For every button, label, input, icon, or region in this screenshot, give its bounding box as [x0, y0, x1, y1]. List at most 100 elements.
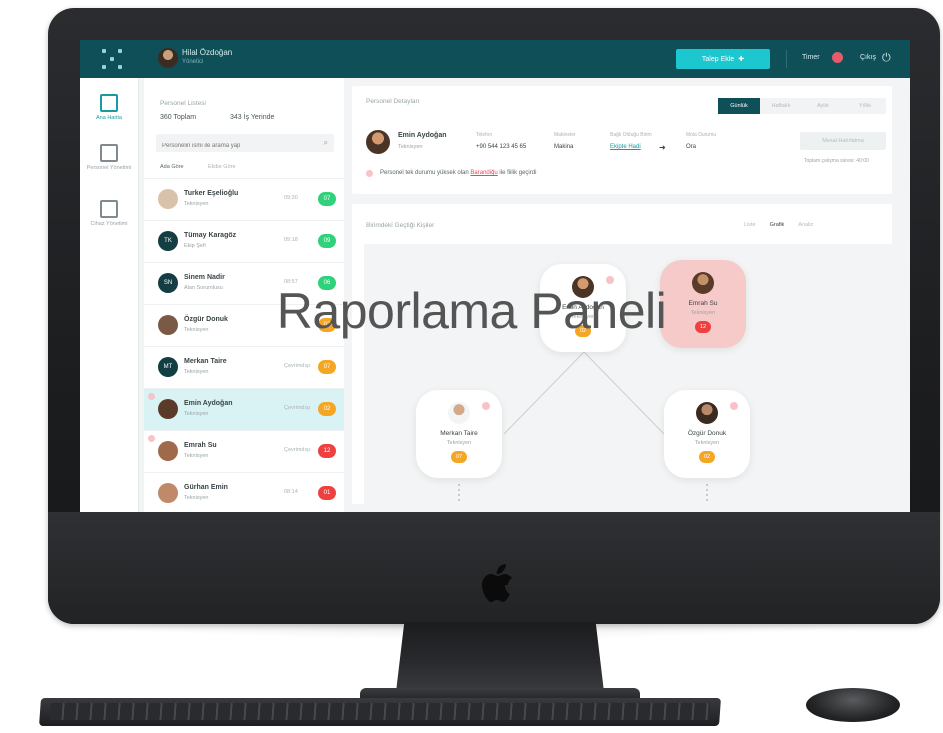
period-selector: Günlük Haftalık Aylık Yıllık — [718, 98, 886, 114]
person-name: Gürhan Emin — [184, 484, 228, 491]
last-seen: Çevrimdışı — [284, 447, 311, 453]
last-seen: 09:18 — [284, 237, 298, 243]
person-role: Teknisyen — [184, 411, 209, 417]
count-badge: 07 — [318, 192, 336, 206]
nav-item-label: Ana Harita — [96, 115, 122, 121]
overlay-caption: Raporlama Paneli — [276, 283, 667, 339]
avatar — [448, 402, 470, 424]
sort-by-team[interactable]: Ekibe Göre — [208, 164, 236, 170]
logout-link[interactable]: Çıkış — [860, 54, 876, 61]
nav-item-personnel[interactable]: Personel Yönetimi — [80, 136, 138, 188]
list-item[interactable]: Emrah Su Teknisyen Çevrimdışı 12 — [144, 430, 344, 473]
card-title: Personel Detayları — [366, 98, 420, 105]
person-role: Teknisyen — [398, 144, 423, 150]
status-note: Personel tek durumu yüksek olan Barandiğ… — [380, 170, 536, 176]
node-name: Merkan Taire — [440, 430, 478, 437]
divider — [786, 50, 787, 68]
flag-icon — [148, 435, 155, 442]
user-name: Hilal Özdoğan — [182, 48, 233, 57]
top-bar: Hilal Özdoğan Yönetici Talep Ekle ✚ Time… — [80, 40, 910, 78]
nav-item-label: Cihaz Yönetimi — [90, 221, 128, 227]
apple-logo-icon — [482, 564, 512, 602]
person-role: Teknisyen — [184, 369, 209, 375]
graph-node[interactable]: Özgür Donuk Teknisyen 02 — [664, 390, 750, 478]
avatar — [696, 402, 718, 424]
segment-daily[interactable]: Günlük — [718, 98, 760, 114]
node-role: Teknisyen — [446, 440, 472, 446]
nav-item-devices[interactable]: Cihaz Yönetimi — [80, 192, 138, 244]
field-break: Mola Durumu Ora — [686, 132, 716, 150]
count-badge: 02 — [318, 402, 336, 416]
list-item[interactable]: Turker Eşelioğlu Teknisyen 09:30 07 — [144, 178, 344, 221]
timer-link[interactable]: Timer — [802, 54, 820, 61]
segment-weekly[interactable]: Haftalık — [760, 98, 802, 114]
field-label: Makineler — [554, 132, 576, 138]
users-icon — [100, 144, 118, 162]
nav-item-label: Personel Yönetimi — [86, 165, 132, 171]
tab-analysis[interactable]: Analiz — [798, 222, 813, 228]
field-label: Bağlı Olduğu Birim — [610, 132, 652, 138]
graph-node[interactable]: Merkan Taire Teknisyen 07 — [416, 390, 502, 478]
plus-icon: ✚ — [738, 56, 745, 63]
avatar — [158, 483, 178, 503]
unit-link[interactable]: Ekipte Hadi — [610, 144, 652, 150]
list-title: Personel Listesi — [160, 100, 206, 107]
list-item[interactable]: Emin Aydoğan Teknisyen Çevrimdışı 02 — [144, 388, 344, 431]
field-value: Makina — [554, 144, 574, 150]
person-role: Ekip Şefi — [184, 243, 206, 249]
person-name: Sinem Nadir — [184, 274, 225, 281]
node-role: Teknisyen — [694, 440, 720, 446]
map-icon — [100, 94, 118, 112]
field-value: +90 544 123 45 65 — [476, 144, 527, 150]
tab-list[interactable]: Liste — [744, 222, 756, 228]
onsite-count: 343 İş Yerinde — [230, 114, 275, 121]
field-value: Ora — [686, 144, 697, 150]
list-item[interactable]: TK Tümay Karagöz Ekip Şefi 09:18 09 — [144, 220, 344, 263]
segment-monthly[interactable]: Aylık — [802, 98, 844, 114]
device-icon — [100, 200, 118, 218]
search-input[interactable] — [156, 137, 318, 155]
arrow-right-icon: ➜ — [659, 143, 666, 152]
avatar: MT — [158, 357, 178, 377]
tab-graph[interactable]: Grafik — [770, 222, 785, 228]
notification-badge[interactable] — [832, 52, 843, 63]
segment-yearly[interactable]: Yıllık — [844, 98, 886, 114]
list-item[interactable]: Gürhan Emin Teknisyen 08:14 01 — [144, 472, 344, 512]
count-badge: 07 — [318, 360, 336, 374]
monitor-stand — [396, 622, 604, 692]
sort-by-name[interactable]: Ada Göre — [160, 164, 184, 170]
shift-reminder-button[interactable]: Mesai Hatırlatma — [800, 132, 886, 150]
mouse — [806, 688, 900, 722]
person-name: Emrah Su — [184, 442, 217, 449]
total-work-time: Toplam çalışma süresi: 40:00 — [804, 158, 869, 164]
count-badge: 01 — [318, 486, 336, 500]
avatar — [158, 441, 178, 461]
add-request-label: Talep Ekle — [701, 55, 735, 63]
note-text: Personel tek durumu yüksek olan — [380, 170, 469, 176]
avatar: TK — [158, 231, 178, 251]
note-link[interactable]: Barandiğu — [470, 170, 497, 176]
last-seen: 09:30 — [284, 195, 298, 201]
field-phone: Telefon +90 544 123 45 65 — [476, 132, 526, 150]
field-unit: Bağlı Olduğu Birim Ekipte Hadi — [610, 132, 652, 150]
personnel-detail-card: Personel Detayları Günlük Haftalık Aylık… — [352, 86, 892, 194]
contact-flow-card: Birimdeki Geçtiği Kişiler Liste Grafik A… — [352, 204, 892, 504]
brand-logo-icon[interactable] — [102, 49, 122, 69]
person-name: Emin Aydoğan — [398, 132, 447, 139]
total-count: 360 Toplam — [160, 114, 197, 121]
card-title: Birimdeki Geçtiği Kişiler — [366, 222, 435, 229]
warning-icon — [366, 170, 373, 177]
add-request-button[interactable]: Talep Ekle ✚ — [676, 49, 770, 69]
last-seen: Çevrimdışı — [284, 405, 311, 411]
last-seen: Çevrimdışı — [284, 363, 311, 369]
person-name: Tümay Karagöz — [184, 232, 237, 239]
flag-icon — [482, 402, 490, 410]
logout-icon[interactable]: ⏻ — [882, 51, 894, 65]
person-role: Teknisyen — [184, 453, 209, 459]
field-label: Telefon — [476, 132, 493, 138]
nav-item-map[interactable]: Ana Harita — [80, 86, 138, 138]
list-item[interactable]: MT Merkan Taire Teknisyen Çevrimdışı 07 — [144, 346, 344, 389]
field-machines: Makineler Makina — [554, 132, 576, 150]
search-icon[interactable]: ⌕ — [324, 138, 328, 148]
avatar[interactable] — [158, 48, 178, 68]
